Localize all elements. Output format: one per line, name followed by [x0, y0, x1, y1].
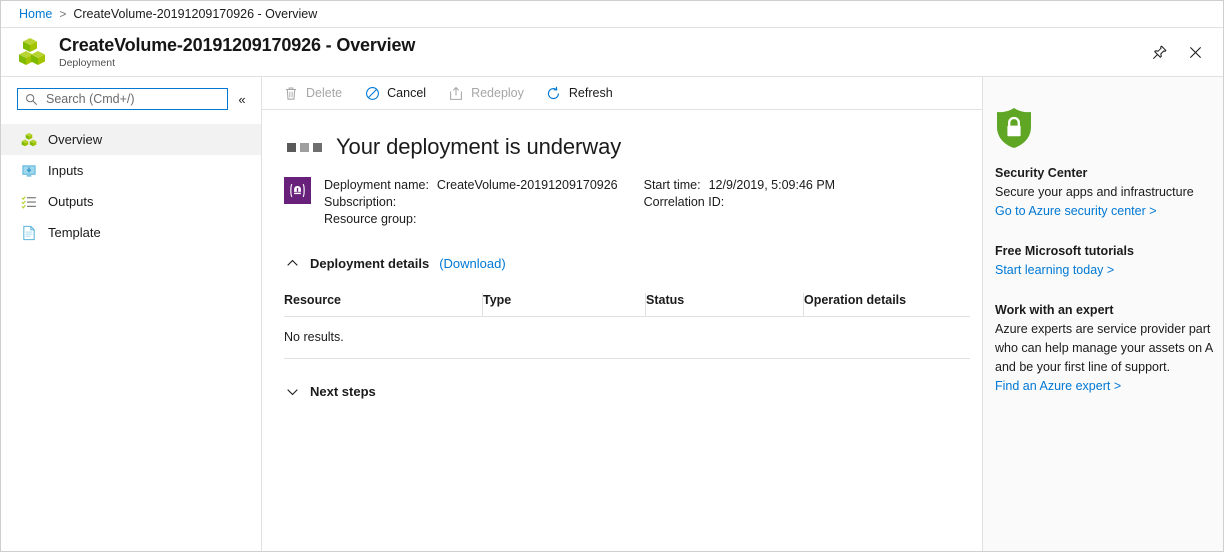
- info-label: Correlation ID:: [643, 195, 725, 209]
- promo-text: and be your first line of support.: [995, 360, 1171, 374]
- download-link[interactable]: (Download): [439, 256, 505, 271]
- deployment-cubes-icon: [20, 131, 37, 148]
- page-subtitle: Deployment: [59, 56, 116, 69]
- breadcrumb: Home > CreateVolume-20191209170926 - Ove…: [1, 1, 1223, 28]
- search-input[interactable]: Search (Cmd+/): [17, 88, 228, 110]
- deployment-details-title: Deployment details: [310, 255, 430, 271]
- sidebar-item-inputs[interactable]: Inputs: [1, 155, 261, 186]
- search-icon: [25, 93, 38, 106]
- page-title: CreateVolume-20191209170926 - Overview: [59, 34, 416, 55]
- status-headline-row: Your deployment is underway: [284, 134, 960, 160]
- delete-button-label: Delete: [306, 86, 343, 100]
- cancel-button-label: Cancel: [387, 86, 427, 100]
- cancel-circle-icon: [364, 85, 380, 101]
- info-line-resource-group: Resource group:: [324, 211, 618, 228]
- breadcrumb-home-link[interactable]: Home: [19, 7, 52, 21]
- table-header: Resource Type Status Operation details: [284, 293, 970, 317]
- upload-box-icon: [448, 85, 464, 101]
- go-to-security-center-link[interactable]: Go to Azure security center >: [995, 202, 1223, 221]
- sidebar-item-label: Inputs: [48, 163, 84, 178]
- table-empty-row: No results.: [284, 316, 970, 359]
- info-line-correlation-id: Correlation ID:: [644, 194, 835, 211]
- info-value: 12/9/2019, 5:09:46 PM: [708, 178, 836, 192]
- delete-button[interactable]: Delete: [274, 80, 351, 106]
- chevron-down-icon: [284, 383, 300, 399]
- deployment-details-header[interactable]: Deployment details (Download): [284, 255, 960, 271]
- info-label: Start time:: [643, 178, 701, 192]
- info-label: Deployment name:: [324, 178, 429, 192]
- deployment-info: Deployment name: CreateVolume-2019120917…: [284, 177, 960, 228]
- column-header-operation-details[interactable]: Operation details: [803, 293, 970, 317]
- sidebar-item-template[interactable]: Template: [1, 217, 261, 248]
- deployment-overview: Your deployment is underway Deployment n…: [262, 110, 982, 399]
- next-steps-header[interactable]: Next steps: [284, 383, 960, 399]
- sidebar-item-label: Outputs: [48, 194, 94, 209]
- start-learning-link[interactable]: Start learning today >: [995, 261, 1223, 280]
- refresh-icon: [546, 85, 562, 101]
- outputs-checklist-icon: [20, 193, 37, 210]
- info-line-start-time: Start time: 12/9/2019, 5:09:46 PM: [644, 177, 835, 194]
- promo-panel: Security Center Secure your apps and inf…: [983, 77, 1223, 551]
- next-steps-title: Next steps: [310, 383, 376, 399]
- cancel-button[interactable]: Cancel: [355, 80, 435, 106]
- info-label: Subscription:: [324, 195, 397, 209]
- promo-title: Free Microsoft tutorials: [995, 244, 1134, 258]
- content-area: Delete Cancel Redeploy Refresh Your depl…: [262, 77, 1223, 551]
- column-header-status[interactable]: Status: [645, 293, 804, 317]
- close-icon[interactable]: [1185, 42, 1205, 62]
- azure-portal-blade: Home > CreateVolume-20191209170926 - Ove…: [0, 0, 1224, 552]
- command-bar: Delete Cancel Redeploy Refresh: [262, 77, 982, 110]
- chevron-up-icon: [284, 255, 300, 271]
- trash-icon: [283, 85, 299, 101]
- pin-icon[interactable]: [1149, 42, 1169, 62]
- status-headline: Your deployment is underway: [336, 134, 622, 159]
- sidebar-item-label: Template: [48, 225, 101, 240]
- info-value: CreateVolume-20191209170926: [436, 178, 618, 192]
- redeploy-button[interactable]: Redeploy: [439, 80, 533, 106]
- promo-text: Secure your apps and infrastructure: [995, 185, 1194, 199]
- promo-card-expert: Work with an expert Azure experts are se…: [995, 301, 1223, 396]
- deployment-cubes-icon: [18, 36, 50, 69]
- breadcrumb-current: CreateVolume-20191209170926 - Overview: [73, 7, 318, 21]
- promo-card-security-center: Security Center Secure your apps and inf…: [995, 164, 1223, 221]
- deployment-info-left: Deployment name: CreateVolume-2019120917…: [324, 177, 618, 228]
- blade-body: Search (Cmd+/) « Overview Inputs Outputs…: [1, 77, 1223, 551]
- info-label: Resource group:: [324, 212, 417, 226]
- table-empty-text: No results.: [284, 316, 970, 359]
- blade-title-bar: CreateVolume-20191209170926 - Overview D…: [1, 28, 1223, 77]
- breadcrumb-separator-icon: >: [59, 7, 67, 21]
- progress-dots-icon: [287, 142, 322, 152]
- deployment-info-right: Start time: 12/9/2019, 5:09:46 PM Correl…: [644, 177, 835, 228]
- template-document-icon: [20, 224, 37, 241]
- main-pane: Delete Cancel Redeploy Refresh Your depl…: [262, 77, 983, 551]
- column-header-type[interactable]: Type: [482, 293, 646, 317]
- refresh-button-label: Refresh: [568, 86, 613, 100]
- security-shield-icon: [995, 107, 1223, 152]
- collapse-sidebar-button[interactable]: «: [231, 88, 253, 110]
- sidebar: Search (Cmd+/) « Overview Inputs Outputs…: [1, 77, 262, 551]
- search-placeholder: Search (Cmd+/): [46, 92, 135, 106]
- promo-card-tutorials: Free Microsoft tutorials Start learning …: [995, 242, 1223, 280]
- promo-text: who can help manage your assets on A: [995, 341, 1214, 355]
- arm-template-icon: [284, 177, 311, 204]
- table-body: No results.: [284, 316, 970, 359]
- promo-title: Work with an expert: [995, 303, 1114, 317]
- table-header-row: Resource Type Status Operation details: [284, 293, 970, 317]
- sidebar-item-outputs[interactable]: Outputs: [1, 186, 261, 217]
- deployment-details-table: Resource Type Status Operation details N…: [284, 293, 970, 359]
- info-line-subscription: Subscription:: [324, 194, 618, 211]
- column-header-resource[interactable]: Resource: [284, 293, 483, 317]
- sidebar-nav-list: Overview Inputs Outputs Template: [1, 124, 261, 248]
- refresh-button[interactable]: Refresh: [537, 80, 622, 106]
- sidebar-search-row: Search (Cmd+/) «: [1, 77, 261, 120]
- promo-title: Security Center: [995, 166, 1088, 180]
- sidebar-item-overview[interactable]: Overview: [1, 124, 261, 155]
- sidebar-item-label: Overview: [48, 132, 103, 147]
- info-line-deployment-name: Deployment name: CreateVolume-2019120917…: [324, 177, 618, 194]
- find-expert-link[interactable]: Find an Azure expert >: [995, 377, 1223, 396]
- promo-text: Azure experts are service provider part: [995, 322, 1211, 336]
- redeploy-button-label: Redeploy: [471, 86, 524, 100]
- inputs-monitor-icon: [20, 162, 37, 179]
